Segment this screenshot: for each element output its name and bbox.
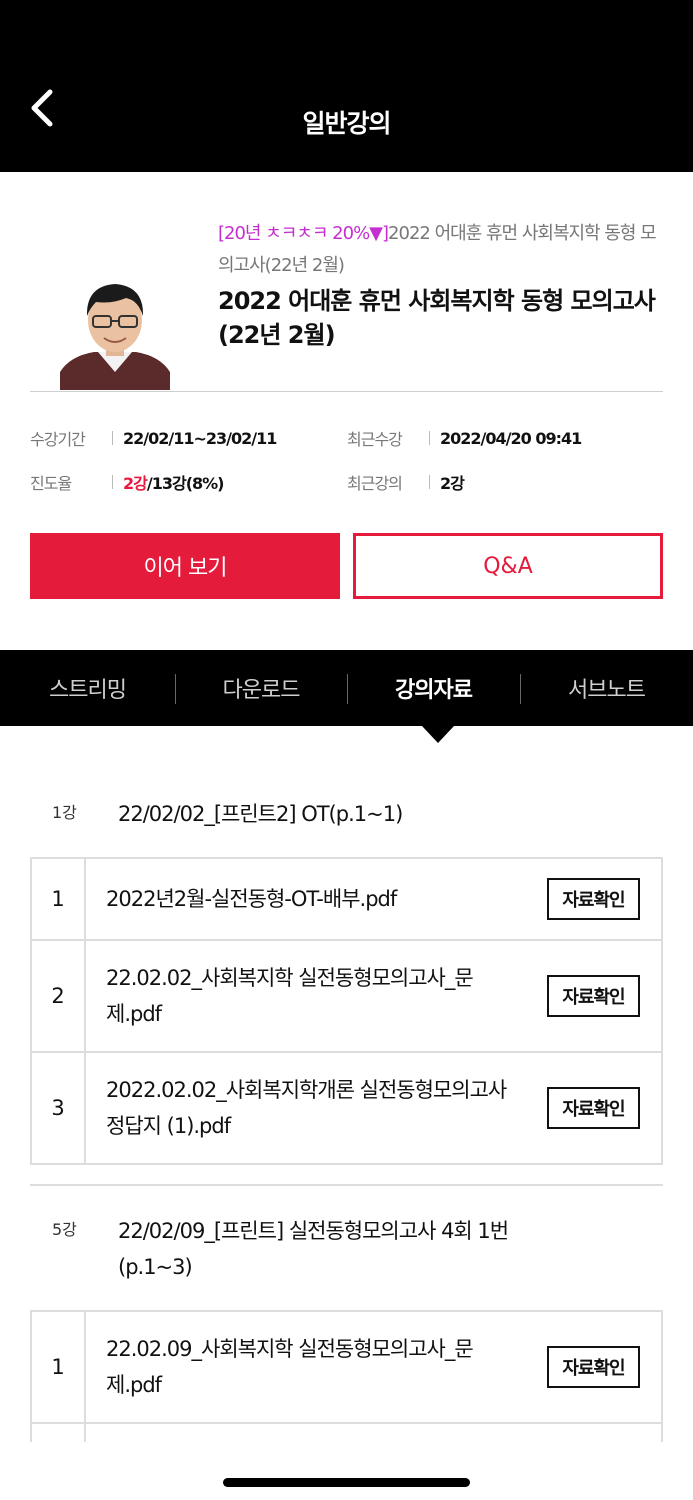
- stat-period: 수강기간 22/02/11~23/02/11: [30, 420, 277, 456]
- view-material-button[interactable]: 자료확인: [547, 1087, 640, 1129]
- file-index: 2: [32, 941, 86, 1051]
- view-material-button[interactable]: 자료확인: [547, 878, 640, 920]
- file-table: 1 2022년2월-실전동형-OT-배부.pdf 자료확인 2 22.02.02…: [30, 857, 663, 1165]
- promo-label: [20년 ㅊㅋㅊㅋ 20%▼]: [218, 223, 389, 244]
- page-title: 일반강의: [302, 109, 391, 138]
- tab-materials[interactable]: 강의자료: [347, 650, 520, 726]
- stat-progress-value: 2강/13강(8%): [123, 470, 225, 494]
- file-name: 2022년2월-실전동형-OT-배부.pdf: [106, 887, 397, 911]
- file-index: 1: [32, 1312, 86, 1422]
- bottom-safe-area: [0, 1442, 693, 1500]
- lecture-header: 1강 22/02/02_[프린트2] OT(p.1~1): [30, 796, 663, 832]
- lecture-number: 1강: [52, 803, 77, 822]
- stat-progress: 진도율 2강/13강(8%): [30, 464, 225, 500]
- course-info: [20년 ㅊㅋㅊㅋ 20%▼] 2022 어대훈 휴먼 사회복지학 동형 모의고사…: [30, 172, 663, 392]
- progress-rest: /13강(8%): [146, 474, 225, 493]
- file-row: 1 2022년2월-실전동형-OT-배부.pdf 자료확인: [32, 859, 661, 941]
- top-bar: 일반강의: [0, 0, 693, 172]
- course-title: 2022 어대훈 휴먼 사회복지학 동형 모의고사(22년 2월): [218, 287, 656, 349]
- file-row: 1 22.02.09_사회복지학 실전동형모의고사_문제.pdf 자료확인: [32, 1312, 661, 1424]
- divider: [429, 431, 430, 445]
- tab-streaming[interactable]: 스트리밍: [0, 650, 175, 726]
- stat-period-label: 수강기간: [30, 430, 86, 449]
- file-row: 2 22.02.02_사회복지학 실전동형모의고사_문제.pdf 자료확인: [32, 941, 661, 1053]
- lecture-number: 5강: [52, 1220, 77, 1239]
- course-stats: 수강기간 22/02/11~23/02/11 최근수강 2022/04/20 0…: [30, 420, 663, 510]
- stat-last-lecture-label: 최근강의: [347, 474, 403, 493]
- instructor-avatar: [60, 272, 170, 390]
- file-index: 3: [32, 1053, 86, 1163]
- stat-period-value: 22/02/11~23/02/11: [123, 428, 277, 448]
- file-name: 22.02.09_사회복지학 실전동형모의고사_문제.pdf: [106, 1337, 474, 1397]
- stat-last-lecture: 최근강의 2강: [347, 464, 465, 500]
- divider: [112, 431, 113, 445]
- tab-subnote[interactable]: 서브노트: [520, 650, 693, 726]
- file-name: 2022.02.02_사회복지학개론 실전동형모의고사 정답지 (1).pdf: [106, 1078, 507, 1138]
- lecture-name: 22/02/02_[프린트2] OT(p.1~1): [118, 802, 403, 826]
- stat-recent-label: 최근수강: [347, 430, 403, 449]
- progress-done: 2강: [123, 474, 148, 493]
- file-index: 1: [32, 859, 86, 939]
- file-row: 3 2022.02.02_사회복지학개론 실전동형모의고사 정답지 (1).pd…: [32, 1053, 661, 1163]
- home-indicator[interactable]: [223, 1478, 470, 1487]
- active-tab-indicator: [422, 726, 454, 743]
- lecture-header: 5강 22/02/09_[프린트] 실전동형모의고사 4회 1번(p.1~3): [30, 1213, 663, 1285]
- continue-watching-button[interactable]: 이어 보기: [30, 533, 340, 599]
- course-subtitle: [20년 ㅊㅋㅊㅋ 20%▼]2022 어대훈 휴먼 사회복지학 동형 모의고사…: [218, 218, 668, 282]
- view-material-button[interactable]: 자료확인: [547, 975, 640, 1017]
- qa-button[interactable]: Q&A: [353, 533, 663, 599]
- lecture-name: 22/02/09_[프린트] 실전동형모의고사 4회 1번(p.1~3): [118, 1219, 509, 1279]
- file-name: 22.02.02_사회복지학 실전동형모의고사_문제.pdf: [106, 966, 474, 1026]
- divider: [429, 475, 430, 489]
- tab-bar: 스트리밍 다운로드 강의자료 서브노트: [0, 650, 693, 726]
- view-material-button[interactable]: 자료확인: [547, 1346, 640, 1388]
- stat-recent-value: 2022/04/20 09:41: [440, 428, 582, 448]
- stat-last-lecture-value: 2강: [440, 474, 465, 493]
- divider: [112, 475, 113, 489]
- stat-progress-label: 진도율: [30, 474, 72, 493]
- stat-recent: 최근수강 2022/04/20 09:41: [347, 420, 582, 456]
- tab-download[interactable]: 다운로드: [175, 650, 347, 726]
- divider: [30, 1184, 663, 1186]
